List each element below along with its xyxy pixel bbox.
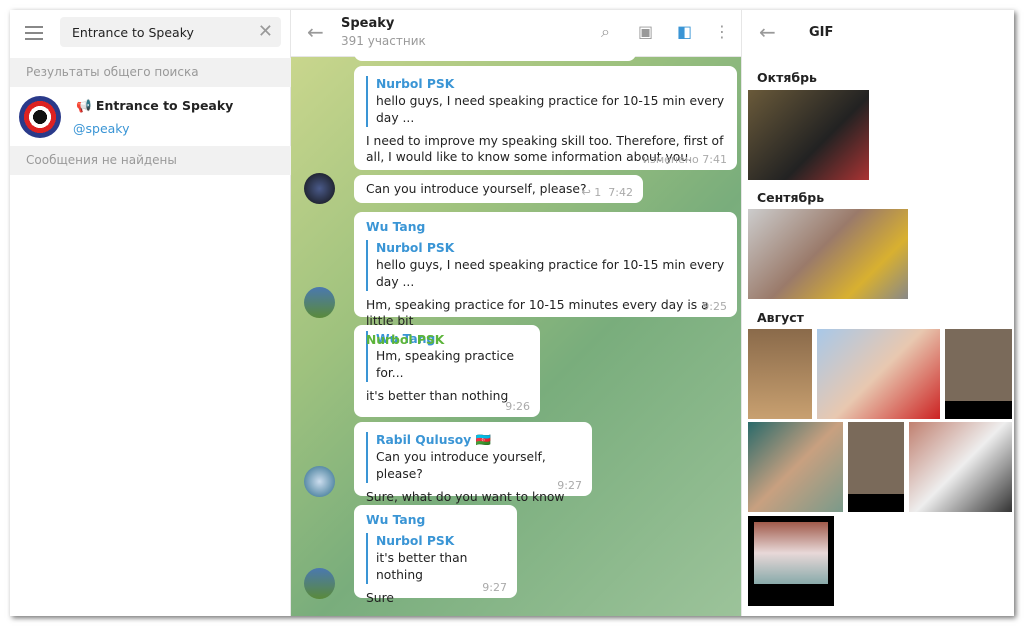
reply-text: hello guys, I need speaking practice for… [376,94,725,125]
gif-thumbnail[interactable] [945,329,1012,419]
sender-name[interactable]: Wu Tang [366,513,505,527]
chat-title[interactable]: Speaky [341,16,394,31]
sender-name[interactable]: Wu Tang [366,220,725,234]
gif-thumbnail[interactable] [748,90,869,180]
reply-quote[interactable]: Nurbol PSK hello guys, I need speaking pr… [366,76,725,127]
sidebar-toggle-icon[interactable]: ◧ [677,22,692,41]
month-header: Август [757,310,804,325]
search-result-item[interactable]: 📢 Entrance to Speaky @speaky [10,87,291,145]
search-value[interactable]: Entrance to Speaky [72,25,194,40]
reply-count[interactable]: 1 [594,186,601,199]
message-text: Sure, what do you want to know [366,490,565,504]
message-text: it's better than nothing [366,389,509,403]
gif-thumbnail[interactable] [748,516,834,606]
reply-arrow-icon: ↩ [581,186,595,199]
megaphone-icon: 📢 [76,98,96,113]
gif-panel-title: GIF [809,25,834,40]
reply-name: Rabil Qulusoy 🇦🇿 [376,433,491,447]
gif-thumbnail[interactable] [748,209,908,299]
avatar[interactable] [304,287,335,318]
avatar[interactable] [304,173,335,204]
back-arrow-icon[interactable]: ← [759,20,776,44]
reply-name: Nurbol PSK [376,534,455,548]
message-time: 9:26 [505,400,530,413]
gif-thumbnail[interactable] [909,422,1012,512]
reply-text: Hm, speaking practice for... [376,349,515,380]
search-input[interactable]: Entrance to Speaky ✕ [60,17,281,47]
message[interactable]: Nurbol PSK hello guys, I need speaking pr… [354,66,737,170]
avatar[interactable] [304,466,335,497]
message-time: изменено 7:41 [642,153,727,166]
back-arrow-icon[interactable]: ← [307,20,324,44]
app-window: Entrance to Speaky ✕ Результаты общего по… [10,10,1014,616]
reply-text: hello guys, I need speaking practice for… [376,258,725,289]
reply-text: it's better than nothing [376,551,468,582]
reply-quote[interactable]: Nurbol PSK it's better than nothing [366,533,505,584]
message-time: 9:27 [557,479,582,492]
gif-panel: ← GIF Октябрь Сентябрь Август [741,10,1014,616]
hamburger-menu-icon[interactable] [25,26,43,44]
no-messages-header: Сообщения не найдены [10,146,291,175]
month-header: Сентябрь [757,190,825,205]
reply-name: Nurbol PSK [376,77,455,91]
message[interactable]: Can you introduce yourself, please? ↩ 1 … [354,175,643,203]
reply-quote[interactable]: Rabil Qulusoy 🇦🇿 Can you introduce yourse… [366,432,580,483]
reply-name: Nurbol PSK [376,241,455,255]
reply-text: Can you introduce yourself, please? [376,450,546,481]
message[interactable]: Rabil Qulusoy 🇦🇿 Can you introduce yourse… [354,422,592,504]
gif-thumbnail[interactable] [748,329,812,419]
message-time: 9:27 [482,581,507,594]
global-results-header: Результаты общего поиска [10,58,291,87]
member-count: 391 участник [341,34,426,48]
gif-thumbnail[interactable] [848,422,904,512]
reply-quote[interactable]: Nurbol PSK hello guys, I need speaking pr… [366,240,725,291]
message[interactable]: Nurbol PSK Wu Tang Hm, speaking practice … [354,325,540,417]
clear-search-icon[interactable]: ✕ [258,21,273,42]
sender-name[interactable]: Nurbol PSK [366,333,444,347]
gif-thumbnail[interactable] [748,422,843,512]
gif-thumbnail[interactable] [817,329,940,419]
avatar [19,96,61,138]
chat-panel: ← Speaky 391 участник ⌕ ▣ ◧ ⋮ Nurbol PSK… [291,10,741,616]
partial-message [354,50,636,61]
message[interactable]: Wu Tang Nurbol PSK hello guys, I need spe… [354,212,737,328]
avatar[interactable] [304,568,335,599]
left-panel: Entrance to Speaky ✕ Результаты общего по… [10,10,291,616]
result-title: 📢 Entrance to Speaky [76,98,233,114]
message-time: 9:25 [702,300,727,313]
more-options-icon[interactable]: ⋮ [714,22,730,41]
message[interactable]: Wu Tang Nurbol PSK it's better than nothi… [354,505,517,605]
result-username: @speaky [73,121,130,136]
message-time: 7:42 [608,186,633,199]
search-icon[interactable]: ⌕ [601,22,610,42]
month-header: Октябрь [757,70,817,85]
result-title-text: Entrance to Speaky [95,98,234,113]
voice-chat-icon[interactable]: ▣ [638,22,653,41]
